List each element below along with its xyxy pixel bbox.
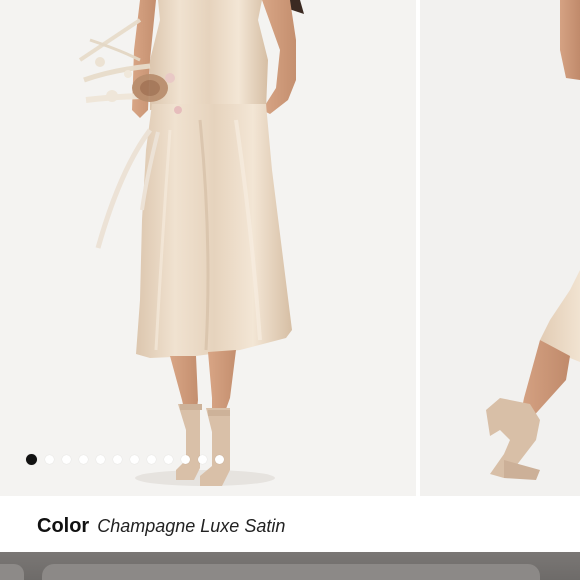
carousel-dot[interactable] [198, 455, 207, 464]
carousel-dot[interactable] [215, 455, 224, 464]
product-photo [0, 0, 416, 496]
carousel-dot[interactable] [147, 455, 156, 464]
carousel-dot[interactable] [181, 455, 190, 464]
carousel-dot[interactable] [113, 455, 122, 464]
product-photo-next [420, 0, 580, 496]
color-label: Color [37, 515, 90, 537]
carousel-dot[interactable] [62, 455, 71, 464]
product-image-main[interactable] [0, 0, 416, 496]
product-image-carousel[interactable] [0, 0, 580, 496]
carousel-dot[interactable] [45, 455, 54, 464]
bottom-left-button[interactable] [0, 564, 24, 580]
carousel-dot[interactable] [164, 455, 173, 464]
carousel-dot-active[interactable] [26, 454, 37, 465]
carousel-pagination[interactable] [26, 454, 224, 465]
carousel-dot[interactable] [96, 455, 105, 464]
carousel-dot[interactable] [130, 455, 139, 464]
product-page: Color Champagne Luxe Satin [0, 0, 580, 580]
bottom-action-button[interactable] [42, 564, 540, 580]
carousel-dot[interactable] [79, 455, 88, 464]
product-image-next[interactable] [420, 0, 580, 496]
color-selection: Color Champagne Luxe Satin [37, 515, 285, 538]
color-value: Champagne Luxe Satin [97, 516, 286, 536]
